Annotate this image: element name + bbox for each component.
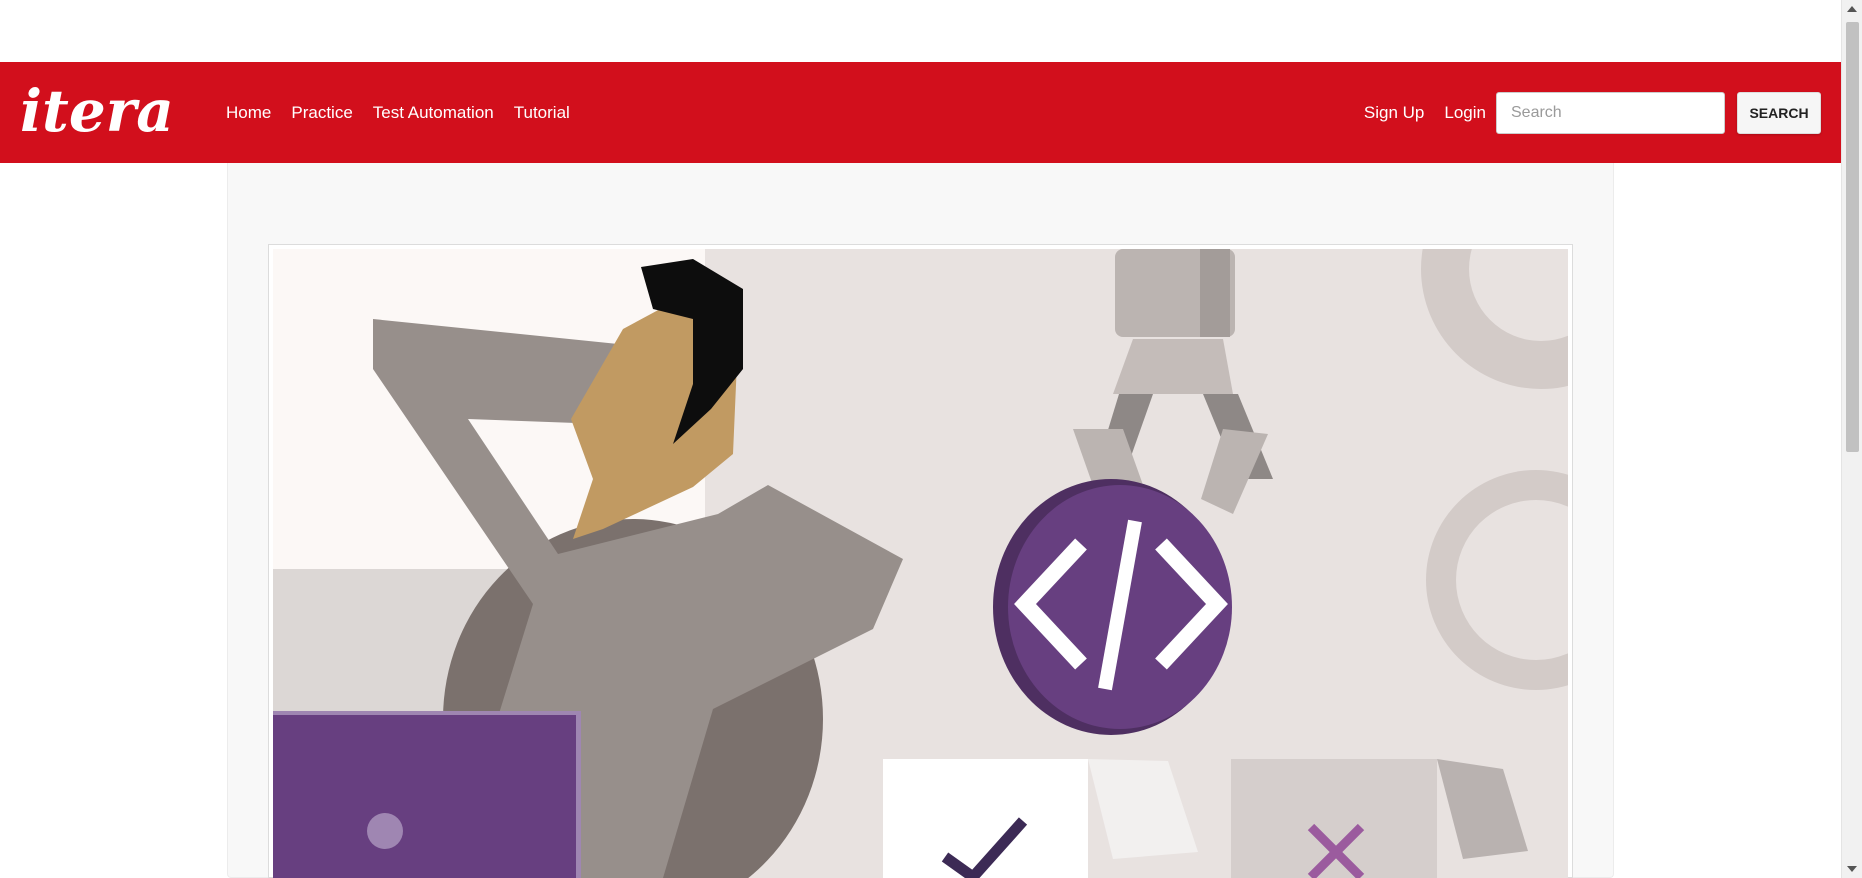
search-button[interactable]: SEARCH [1737,91,1821,134]
vertical-scrollbar[interactable] [1841,0,1862,878]
sign-up-link[interactable]: Sign Up [1364,103,1424,123]
login-link[interactable]: Login [1444,103,1486,123]
search-input[interactable] [1496,91,1725,134]
scroll-down-arrow-icon[interactable] [1847,866,1857,872]
hero-svg [273,249,1568,878]
page: itera Home Practice Test Automation Tuto… [0,0,1862,878]
nav-home-link[interactable]: Home [226,103,271,123]
nav-right: Sign Up Login SEARCH [1344,62,1821,163]
svg-text:itera: itera [20,77,174,145]
nav-practice-link[interactable]: Practice [291,103,352,123]
scroll-up-arrow-icon[interactable] [1847,6,1857,12]
laptop-icon [273,711,581,878]
nav-links: Home Practice Test Automation Tutorial [226,62,590,163]
itera-logo[interactable]: itera [18,75,200,147]
scroll-thumb[interactable] [1846,22,1859,452]
nav-tutorial-link[interactable]: Tutorial [514,103,570,123]
nav-test-automation-link[interactable]: Test Automation [373,103,494,123]
navbar: itera Home Practice Test Automation Tuto… [0,62,1841,163]
hero-illustration [273,249,1568,878]
